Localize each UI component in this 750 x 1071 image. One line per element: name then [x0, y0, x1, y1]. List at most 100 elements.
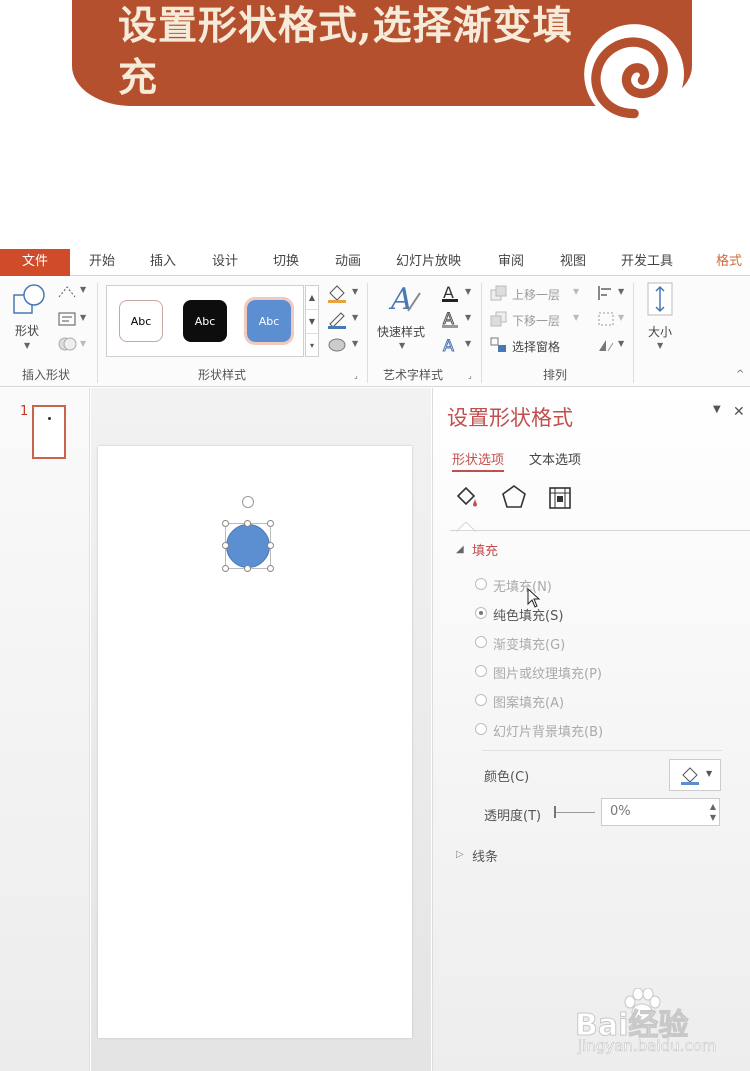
- radio-pattern-fill[interactable]: [475, 694, 487, 706]
- spinner-arrows-icon[interactable]: ▲ ▼: [710, 801, 716, 823]
- resize-handle[interactable]: [267, 565, 274, 572]
- resize-handle[interactable]: [267, 542, 274, 549]
- radio-background-fill[interactable]: [475, 723, 487, 735]
- pane-options-icon[interactable]: ▼: [713, 404, 721, 415]
- chevron-down-icon[interactable]: ▼: [80, 313, 86, 322]
- dialog-launcher-icon[interactable]: ⌟: [354, 371, 358, 380]
- size-icon[interactable]: [646, 281, 674, 317]
- radio-no-fill[interactable]: [475, 578, 487, 590]
- chevron-down-icon[interactable]: ▼: [80, 285, 86, 294]
- radio-gradient-fill[interactable]: [475, 636, 487, 648]
- text-box-icon[interactable]: [57, 311, 77, 327]
- transparency-slider-track[interactable]: [555, 812, 595, 813]
- shape-effects-icon[interactable]: [326, 335, 348, 353]
- chevron-down-icon[interactable]: ▼: [399, 341, 405, 350]
- merge-shapes-icon[interactable]: [57, 335, 77, 353]
- chevron-down-icon[interactable]: ▼: [618, 313, 624, 322]
- tab-review[interactable]: 审阅: [498, 249, 524, 276]
- tab-developer[interactable]: 开发工具: [621, 249, 673, 276]
- rotate-handle[interactable]: [242, 496, 254, 508]
- text-fill-icon[interactable]: A: [440, 283, 460, 303]
- group-objects-icon[interactable]: [597, 311, 615, 327]
- chevron-down-icon[interactable]: ▼: [618, 287, 624, 296]
- size-label[interactable]: 大小: [648, 323, 672, 340]
- tab-shape-options[interactable]: 形状选项: [452, 449, 505, 472]
- circle-shape[interactable]: [226, 524, 270, 568]
- send-backward-label[interactable]: 下移一层: [512, 312, 560, 329]
- gallery-scroller[interactable]: ▲ ▼ ▾: [305, 285, 319, 357]
- tab-design[interactable]: 设计: [212, 249, 238, 276]
- chevron-down-icon[interactable]: ▼: [352, 339, 358, 348]
- edit-shape-icon[interactable]: [57, 285, 77, 301]
- radio-label-background-fill[interactable]: 幻灯片背景填充(B): [493, 721, 603, 740]
- shape-style-swatch-selected[interactable]: Abc: [244, 297, 294, 345]
- tab-transitions[interactable]: 切换: [273, 249, 299, 276]
- chevron-down-icon[interactable]: ▼: [24, 341, 30, 350]
- shape-style-swatch[interactable]: Abc: [119, 300, 163, 342]
- expand-triangle-icon[interactable]: ◢: [456, 544, 464, 555]
- line-section-header[interactable]: 线条: [472, 846, 498, 865]
- fill-line-icon[interactable]: [452, 482, 482, 512]
- scroll-down-icon[interactable]: ▼: [306, 310, 318, 334]
- tab-view[interactable]: 视图: [560, 249, 586, 276]
- chevron-down-icon[interactable]: ▼: [80, 339, 86, 348]
- chevron-down-icon[interactable]: ▼: [573, 313, 579, 322]
- transparency-slider-handle[interactable]: [554, 806, 556, 818]
- shape-fill-icon[interactable]: [326, 283, 348, 303]
- chevron-down-icon[interactable]: ▼: [352, 313, 358, 322]
- chevron-down-icon[interactable]: ▼: [618, 339, 624, 348]
- chevron-down-icon[interactable]: ▼: [465, 339, 471, 348]
- selection-pane-icon[interactable]: [490, 337, 508, 353]
- collapse-ribbon-icon[interactable]: ^: [736, 369, 744, 380]
- color-picker-button[interactable]: ▼: [669, 759, 721, 791]
- align-icon[interactable]: [597, 285, 615, 301]
- fill-section-header[interactable]: 填充: [472, 540, 498, 559]
- resize-handle[interactable]: [244, 520, 251, 527]
- radio-solid-fill[interactable]: [475, 607, 487, 619]
- text-outline-icon[interactable]: A: [440, 309, 460, 329]
- dialog-launcher-icon[interactable]: ⌟: [468, 371, 472, 380]
- tab-format[interactable]: 格式: [716, 249, 742, 276]
- chevron-down-icon[interactable]: ▼: [465, 287, 471, 296]
- radio-picture-fill[interactable]: [475, 665, 487, 677]
- rotate-icon[interactable]: [597, 337, 615, 353]
- size-properties-icon[interactable]: [545, 482, 575, 512]
- slide-thumbnail[interactable]: [32, 405, 66, 459]
- chevron-down-icon[interactable]: ▼: [657, 341, 663, 350]
- transparency-spinner[interactable]: 0% ▲ ▼: [601, 798, 720, 826]
- chevron-down-icon[interactable]: ▼: [706, 769, 712, 778]
- resize-handle[interactable]: [222, 565, 229, 572]
- send-backward-icon[interactable]: [490, 311, 508, 327]
- shape-outline-icon[interactable]: [326, 309, 348, 329]
- close-icon[interactable]: ✕: [733, 404, 745, 420]
- shapes-icon[interactable]: [12, 283, 48, 317]
- tab-home[interactable]: 开始: [89, 249, 115, 276]
- quick-styles-icon[interactable]: A: [388, 281, 422, 317]
- resize-handle[interactable]: [222, 542, 229, 549]
- tab-insert[interactable]: 插入: [150, 249, 176, 276]
- chevron-down-icon[interactable]: ▼: [352, 287, 358, 296]
- bring-forward-label[interactable]: 上移一层: [512, 286, 560, 303]
- shape-style-swatch[interactable]: Abc: [183, 300, 227, 342]
- tab-file[interactable]: 文件: [0, 249, 70, 276]
- text-effects-icon[interactable]: A: [440, 335, 460, 356]
- radio-label-picture-fill[interactable]: 图片或纹理填充(P): [493, 663, 602, 682]
- tab-text-options[interactable]: 文本选项: [529, 449, 581, 468]
- chevron-down-icon[interactable]: ▼: [573, 287, 579, 296]
- scroll-up-icon[interactable]: ▲: [306, 286, 318, 310]
- selection-pane-label[interactable]: 选择窗格: [512, 338, 560, 355]
- tab-animations[interactable]: 动画: [335, 249, 361, 276]
- resize-handle[interactable]: [267, 520, 274, 527]
- quick-styles-label[interactable]: 快速样式: [377, 323, 425, 340]
- radio-label-no-fill[interactable]: 无填充(N): [493, 576, 552, 595]
- transparency-value[interactable]: 0%: [610, 804, 631, 819]
- radio-label-pattern-fill[interactable]: 图案填充(A): [493, 692, 564, 711]
- radio-label-gradient-fill[interactable]: 渐变填充(G): [493, 634, 565, 653]
- bring-forward-icon[interactable]: [490, 285, 508, 301]
- effects-pentagon-icon[interactable]: [499, 482, 529, 512]
- chevron-down-icon[interactable]: ▼: [465, 313, 471, 322]
- gallery-more-icon[interactable]: ▾: [306, 334, 318, 358]
- resize-handle[interactable]: [244, 565, 251, 572]
- collapsed-triangle-icon[interactable]: ▷: [456, 849, 464, 860]
- resize-handle[interactable]: [222, 520, 229, 527]
